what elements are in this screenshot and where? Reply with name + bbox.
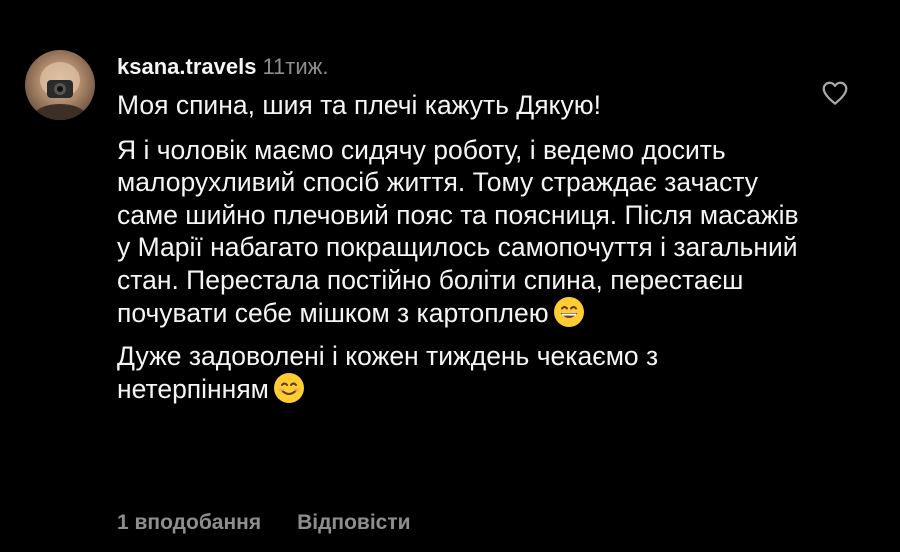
comment-header: ksana.travels 11тиж. xyxy=(117,53,328,81)
comment-paragraph: Я і чоловік маємо сидячу роботу, і ведем… xyxy=(117,134,807,330)
smiling-face-emoji xyxy=(273,372,305,404)
heart-outline-icon[interactable] xyxy=(820,78,850,108)
username[interactable]: ksana.travels xyxy=(117,54,256,79)
comment-paragraph: Дуже задоволені і кожен тиждень чекаємо … xyxy=(117,340,807,406)
comment-body: Моя спина, шия та плечі кажуть Дякую! Я … xyxy=(117,89,807,416)
comment-paragraph-text: Дуже задоволені і кожен тиждень чекаємо … xyxy=(117,340,659,405)
likes-count[interactable]: 1 вподобання xyxy=(117,511,261,534)
grinning-face-emoji xyxy=(553,296,585,328)
comment-paragraph: Моя спина, шия та плечі кажуть Дякую! xyxy=(117,90,601,120)
comment-paragraph-text: Я і чоловік маємо сидячу роботу, і ведем… xyxy=(117,134,799,329)
comment-actions: 1 вподобання Відповісти xyxy=(117,510,411,536)
timestamp: 11тиж. xyxy=(262,54,329,79)
avatar[interactable] xyxy=(25,50,95,120)
reply-button[interactable]: Відповісти xyxy=(297,511,410,534)
